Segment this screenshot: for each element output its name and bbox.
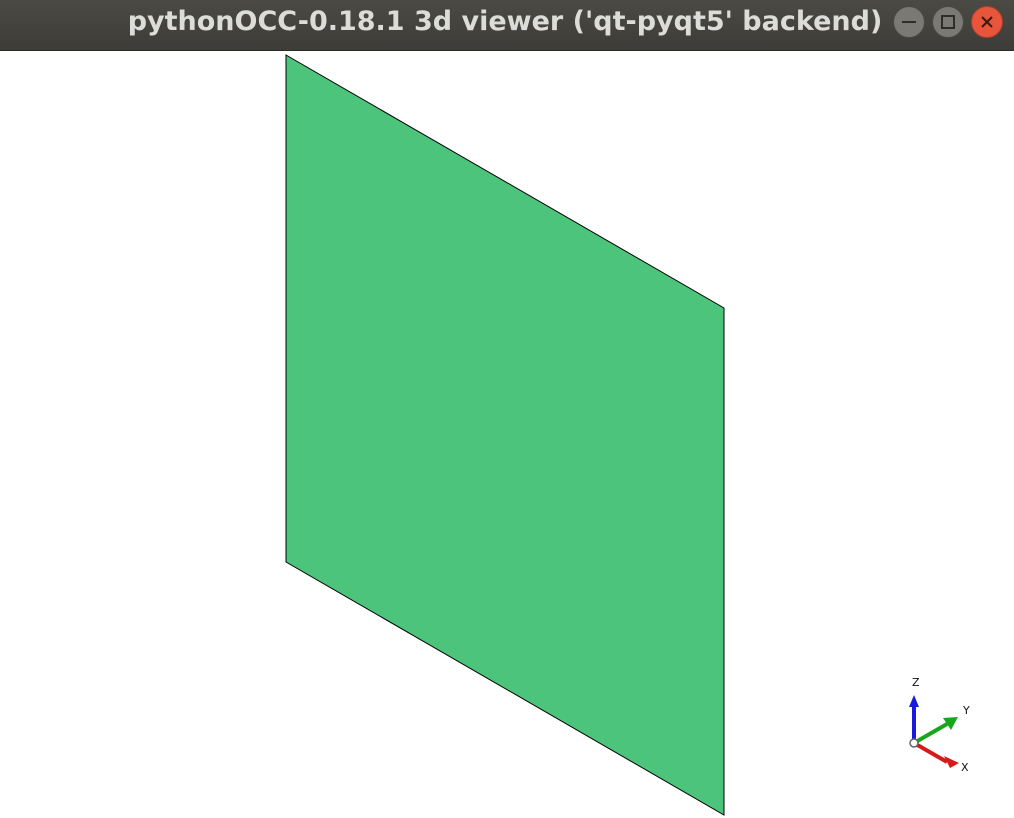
minimize-icon	[902, 21, 916, 23]
view-trihedron: Z Y X	[909, 676, 970, 774]
planar-face[interactable]	[285, 54, 725, 816]
window-title: pythonOCC-0.18.1 3d viewer ('qt-pyqt5' b…	[127, 6, 883, 37]
maximize-button[interactable]	[932, 6, 964, 38]
close-button[interactable]	[971, 6, 1003, 38]
3d-viewport[interactable]: Z Y X	[0, 51, 1014, 818]
app-window: pythonOCC-0.18.1 3d viewer ('qt-pyqt5' b…	[0, 0, 1014, 818]
scene-canvas[interactable]	[0, 51, 1014, 818]
trihedron-origin	[909, 738, 919, 748]
title-bar[interactable]: pythonOCC-0.18.1 3d viewer ('qt-pyqt5' b…	[0, 0, 1014, 51]
x-axis-label: X	[961, 761, 969, 774]
maximize-icon	[941, 15, 955, 29]
x-axis-arrow	[913, 741, 959, 768]
y-axis-label: Y	[962, 704, 970, 717]
close-icon	[981, 16, 993, 28]
minimize-button[interactable]	[893, 6, 925, 38]
z-axis-arrow	[909, 695, 919, 743]
z-axis-label: Z	[912, 676, 920, 689]
y-axis-arrow	[913, 717, 958, 745]
